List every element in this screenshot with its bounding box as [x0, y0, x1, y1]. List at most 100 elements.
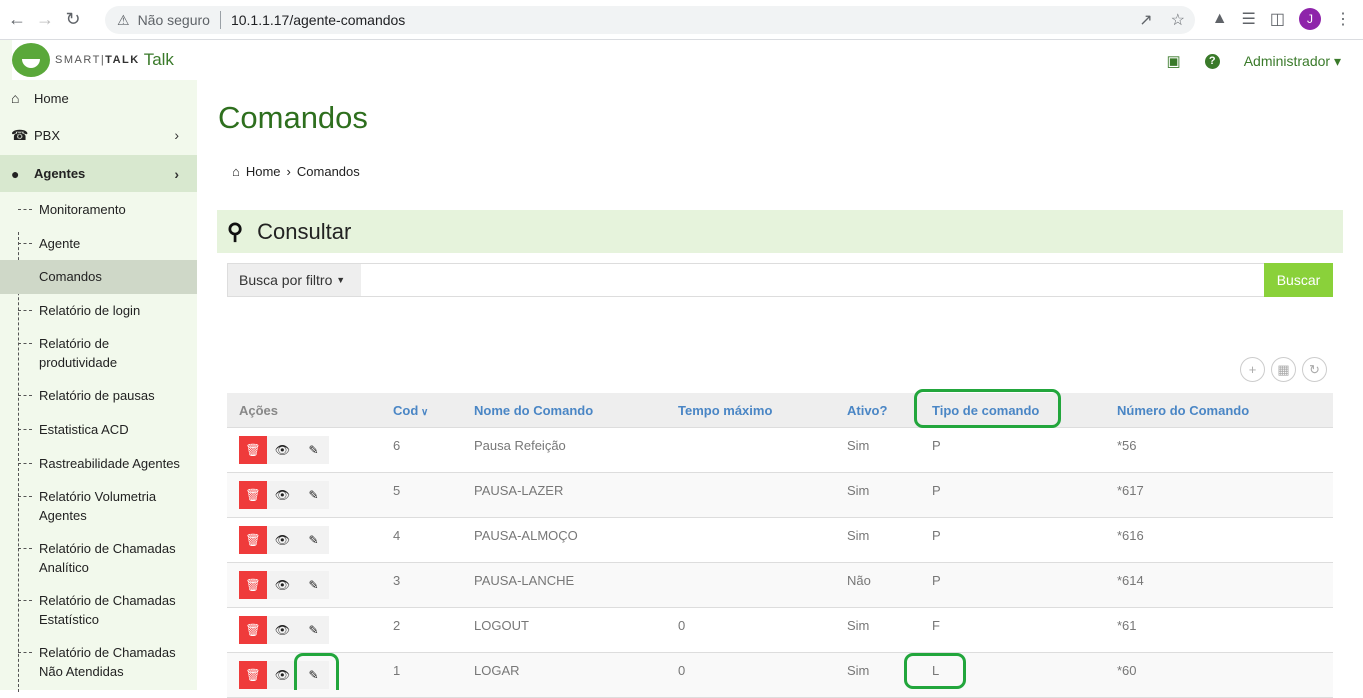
logo-bubble-icon — [12, 43, 50, 77]
cell-cod: 3 — [393, 573, 401, 588]
logo-wordmark: SMART|TALK — [55, 54, 140, 66]
sidebar-item-label: Agentes — [34, 166, 86, 181]
tree-dash — [18, 243, 32, 244]
warning-icon[interactable]: ⚠ — [117, 12, 130, 29]
sidebar-subitem-chamadas-analitico[interactable]: Relatório de Chamadas Analítico — [0, 539, 190, 577]
address-bar[interactable]: ⚠ Não seguro 10.1.1.17/agente-comandos ↗… — [105, 6, 1195, 34]
side-panel-icon[interactable]: ◫ — [1270, 9, 1285, 29]
cell-tipo: P — [932, 528, 941, 543]
view-eye-icon[interactable]: 👁 — [267, 481, 298, 509]
column-nome[interactable]: Nome do Comando — [474, 403, 593, 418]
cell-ativo: Sim — [847, 438, 870, 453]
add-icon[interactable]: + — [1240, 357, 1265, 382]
manual-book-icon[interactable]: ▣ — [1167, 52, 1181, 70]
cell-cod: 6 — [393, 438, 401, 453]
share-icon[interactable]: ↗ — [1139, 10, 1152, 30]
cell-tipo: P — [932, 438, 941, 453]
cell-ativo: Sim — [847, 483, 870, 498]
refresh-icon[interactable]: ↻ — [1302, 357, 1327, 382]
sidebar-subitem-relatorio-login[interactable]: Relatório de login — [0, 301, 197, 320]
view-eye-icon[interactable]: 👁 — [267, 436, 298, 464]
edit-icon[interactable]: ✎ — [298, 571, 329, 599]
home-icon: ⌂ — [11, 90, 20, 106]
url-text[interactable]: 10.1.1.17/agente-comandos — [231, 12, 405, 28]
cell-numero: *614 — [1117, 573, 1144, 588]
sidebar-subitem-rastreabilidade[interactable]: Rastreabilidade Agentes — [0, 454, 197, 473]
table-toolbar: + ▦ ↻ — [1240, 357, 1327, 382]
delete-trash-icon[interactable]: 🗑 — [239, 526, 267, 554]
cell-tipo: P — [932, 573, 941, 588]
back-icon[interactable]: ← — [6, 9, 28, 31]
user-menu[interactable]: Administrador ▾ — [1244, 53, 1341, 70]
cell-tipo: F — [932, 618, 940, 633]
sidebar-subitem-volumetria[interactable]: Relatório Volumetria Agentes — [0, 487, 180, 525]
tree-dash — [18, 209, 32, 210]
sidebar-subitem-label: Relatório Volumetria Agentes — [39, 489, 157, 523]
menu-kebab-icon[interactable]: ⋮ — [1335, 9, 1351, 29]
top-header: ▣ ? Administrador ▾ — [1167, 52, 1341, 71]
bookmark-star-icon[interactable]: ☆ — [1171, 10, 1185, 30]
tree-dash — [18, 343, 32, 344]
sidebar-subitem-label: Relatório de Chamadas Analítico — [39, 541, 176, 575]
delete-trash-icon[interactable]: 🗑 — [239, 616, 267, 644]
table-header: Ações Cod ∨ Nome do Comando Tempo máximo… — [227, 393, 1333, 428]
reading-list-icon[interactable]: ☰ — [1242, 9, 1256, 29]
sidebar-subitem-chamadas-nao-atendidas[interactable]: Relatório de Chamadas Não Atendidas — [0, 643, 190, 681]
security-label[interactable]: Não seguro — [138, 12, 210, 28]
edit-icon[interactable]: ✎ — [298, 436, 329, 464]
edit-icon[interactable]: ✎ — [298, 526, 329, 554]
tree-dash — [18, 310, 32, 311]
filter-dropdown-button[interactable]: Busca por filtro ▼ — [227, 263, 362, 297]
address-separator — [219, 11, 221, 29]
breadcrumb-home[interactable]: Home — [246, 164, 281, 179]
sidebar-item-agentes[interactable]: ● Agentes › — [0, 155, 197, 192]
home-icon[interactable]: ⌂ — [232, 164, 240, 179]
extensions-icon[interactable]: ▲ — [1212, 10, 1228, 28]
sidebar-subitem-label: Monitoramento — [39, 202, 126, 217]
cell-cod: 2 — [393, 618, 401, 633]
search-button[interactable]: Buscar — [1264, 263, 1333, 297]
column-cod-label: Cod — [393, 403, 419, 418]
cell-nome: LOGAR — [474, 663, 520, 678]
delete-trash-icon[interactable]: 🗑 — [239, 481, 267, 509]
profile-avatar[interactable]: J — [1299, 8, 1321, 30]
reload-icon[interactable]: ↻ — [62, 9, 84, 31]
column-ativo[interactable]: Ativo? — [847, 403, 887, 418]
sidebar-subitem-chamadas-estatistico[interactable]: Relatório de Chamadas Estatístico — [0, 591, 190, 629]
person-icon: ● — [11, 165, 20, 182]
edit-icon[interactable]: ✎ — [298, 481, 329, 509]
search-input[interactable] — [361, 263, 1265, 297]
sidebar: SMART|TALK Talk ⌂ Home ☎ PBX › ● Agentes… — [0, 40, 209, 692]
sidebar-item-label: PBX — [34, 127, 61, 143]
sidebar-subitem-relatorio-produtividade[interactable]: Relatório de produtividade — [0, 334, 160, 372]
column-tempo[interactable]: Tempo máximo — [678, 403, 772, 418]
help-icon[interactable]: ? — [1204, 53, 1220, 69]
edit-icon[interactable]: ✎ — [298, 616, 329, 644]
column-numero[interactable]: Número do Comando — [1117, 403, 1249, 418]
tree-dash — [18, 496, 32, 497]
cell-ativo: Não — [847, 573, 871, 588]
view-eye-icon[interactable]: 👁 — [267, 526, 298, 554]
sidebar-subitem-relatorio-pausas[interactable]: Relatório de pausas — [0, 386, 197, 405]
column-cod[interactable]: Cod ∨ — [393, 403, 428, 418]
sort-desc-icon: ∨ — [418, 407, 429, 418]
view-eye-icon[interactable]: 👁 — [267, 616, 298, 644]
smarttalk-logo[interactable]: SMART|TALK Talk — [12, 40, 209, 80]
sidebar-subitem-monitoramento[interactable]: Monitoramento — [0, 200, 197, 219]
highlight-edit-button — [294, 653, 339, 690]
columns-grid-icon[interactable]: ▦ — [1271, 357, 1296, 382]
delete-trash-icon[interactable]: 🗑 — [239, 436, 267, 464]
cell-tempo: 0 — [678, 663, 686, 678]
view-eye-icon[interactable]: 👁 — [267, 571, 298, 599]
delete-trash-icon[interactable]: 🗑 — [239, 571, 267, 599]
sidebar-subitem-estatistica-acd[interactable]: Estatistica ACD — [0, 420, 197, 439]
delete-trash-icon[interactable]: 🗑 — [239, 661, 267, 689]
cell-cod: 5 — [393, 483, 401, 498]
sidebar-item-label: Home — [34, 90, 69, 106]
sidebar-subitem-comandos[interactable]: Comandos — [0, 260, 197, 294]
cell-ativo: Sim — [847, 618, 870, 633]
sidebar-item-home[interactable]: ⌂ Home — [0, 85, 197, 111]
forward-icon[interactable]: → — [34, 9, 56, 31]
sidebar-subitem-agente[interactable]: Agente — [0, 234, 197, 253]
sidebar-item-pbx[interactable]: ☎ PBX › — [0, 120, 197, 150]
